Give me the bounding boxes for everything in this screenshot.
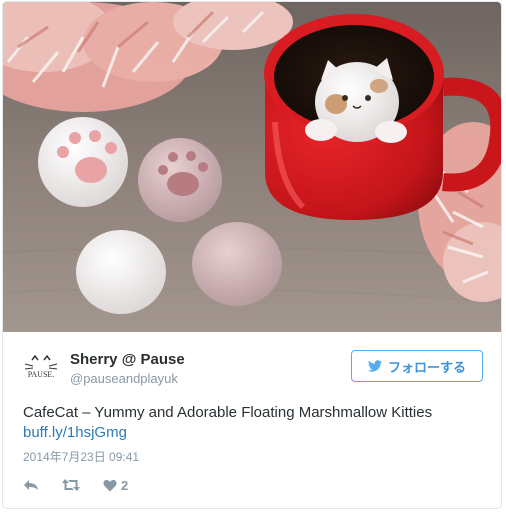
reply-icon bbox=[24, 480, 38, 490]
tweet-photo[interactable] bbox=[3, 2, 501, 332]
retweet-icon bbox=[62, 479, 80, 491]
tweet-card: PAUSE. Sherry @ Pause @pauseandplayuk フォ… bbox=[2, 1, 502, 509]
tweet-link[interactable]: buff.ly/1hsjGmg bbox=[23, 423, 493, 443]
display-name[interactable]: Sherry @ Pause bbox=[70, 351, 185, 368]
follow-label: フォローする bbox=[387, 359, 466, 375]
like-count: 2 bbox=[121, 477, 129, 493]
tweet-actions: 2 bbox=[23, 475, 150, 495]
retweet-button[interactable] bbox=[61, 478, 81, 492]
avatar[interactable]: PAUSE. bbox=[23, 350, 59, 386]
tweet-text: CafeCat – Yummy and Adorable Floating Ma… bbox=[23, 403, 493, 443]
like-button[interactable]: 2 bbox=[103, 478, 128, 493]
tweet-body: CafeCat – Yummy and Adorable Floating Ma… bbox=[23, 404, 433, 421]
tweet-author: PAUSE. Sherry @ Pause @pauseandplayuk フォ… bbox=[23, 348, 483, 392]
avatar-text: PAUSE. bbox=[28, 370, 55, 379]
twitter-bird-icon bbox=[367, 360, 382, 372]
heart-icon bbox=[103, 479, 117, 491]
follow-button[interactable]: フォローする bbox=[351, 350, 483, 382]
pause-logo-icon: PAUSE. bbox=[24, 354, 58, 379]
reply-button[interactable] bbox=[23, 478, 39, 492]
tweet-timestamp[interactable]: 2014年7月23日 09:41 bbox=[23, 448, 139, 465]
username[interactable]: @pauseandplayuk bbox=[70, 371, 178, 386]
